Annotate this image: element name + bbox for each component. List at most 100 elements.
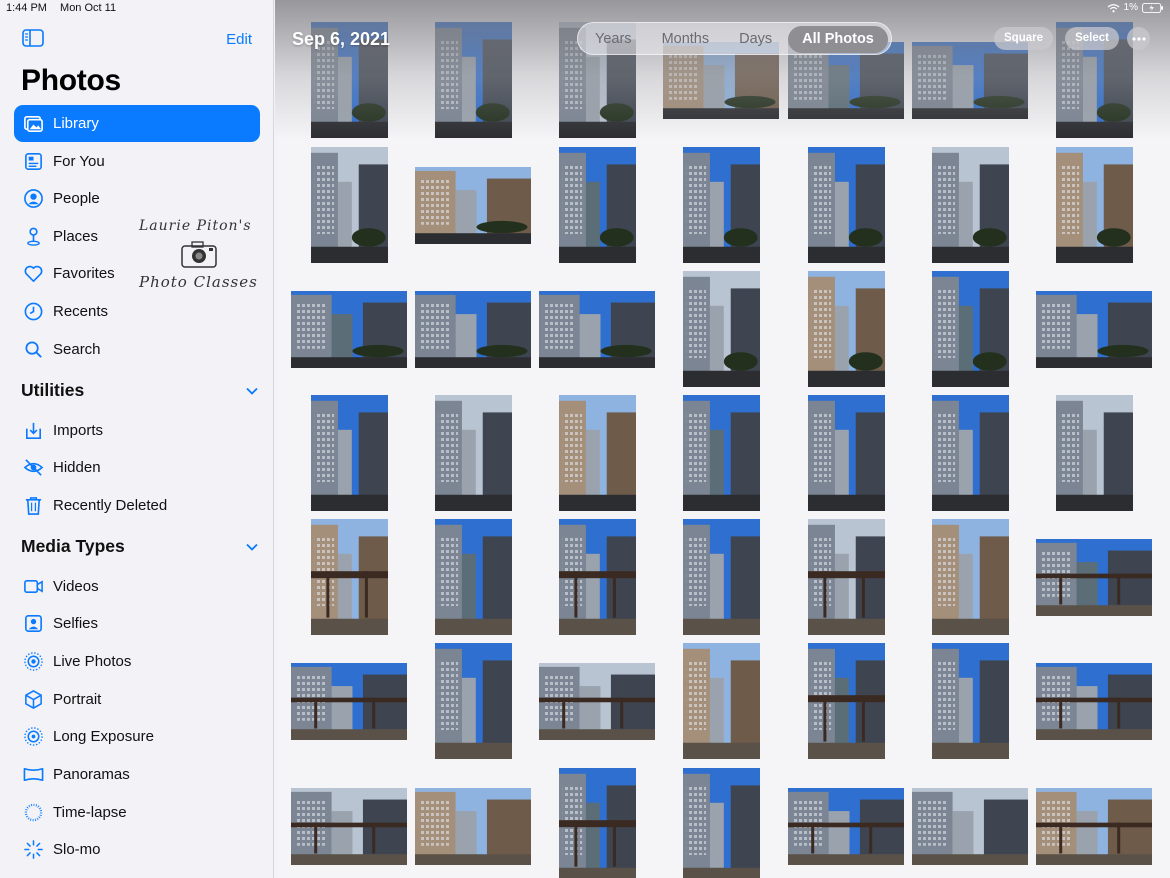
status-bar-left: 1:44 PM Mon Oct 11 [6,2,126,14]
photo-thumbnail[interactable] [931,271,1009,387]
wifi-icon [1107,3,1120,12]
photo-thumbnail[interactable] [415,787,531,865]
tab-years[interactable]: Years [581,26,646,53]
photo-thumbnail[interactable] [434,643,512,759]
photo-thumbnail[interactable] [434,22,512,138]
sidebar-item-label: Long Exposure [53,728,154,745]
sidebar-item-label: Search [53,341,101,358]
photo-thumbnail[interactable] [558,768,636,878]
photo-thumbnail[interactable] [1036,538,1152,616]
camera-icon [179,238,219,270]
photo-thumbnail[interactable] [807,519,885,635]
photo-thumbnail[interactable] [682,643,760,759]
sidebar-item-library[interactable]: Library [14,105,260,142]
photo-thumbnail[interactable] [807,147,885,263]
sidebar-item-label: Live Photos [53,653,132,670]
photo-thumbnail[interactable] [1036,787,1152,865]
square-button[interactable]: Square [994,27,1053,50]
photo-thumbnail[interactable] [415,290,531,368]
photo-thumbnail[interactable] [931,147,1009,263]
sidebar-toggle-icon[interactable] [22,29,44,47]
sidebar-item-label: People [53,190,100,207]
status-time: 1:44 PM [6,2,47,14]
sidebar-item-panoramas[interactable]: Panoramas [14,756,260,793]
sidebar-item-imports[interactable]: Imports [14,412,260,449]
photo-thumbnail[interactable] [1036,662,1152,740]
photo-thumbnail[interactable] [912,787,1028,865]
photo-thumbnail[interactable] [931,643,1009,759]
sidebar-item-live-photos[interactable]: Live Photos [14,643,260,680]
photo-thumbnail[interactable] [310,147,388,263]
more-options-button[interactable] [1127,27,1150,50]
photo-thumbnail[interactable] [682,271,760,387]
live-photo-icon [14,651,52,672]
select-button[interactable]: Select [1065,27,1119,50]
sidebar-item-label: Favorites [53,265,115,282]
sidebar-item-hidden[interactable]: Hidden [14,449,260,486]
photo-thumbnail[interactable] [1036,290,1152,368]
sidebar-item-selfies[interactable]: Selfies [14,605,260,642]
sidebar-item-slo-mo[interactable]: Slo-mo [14,831,260,868]
photo-thumbnail[interactable] [1055,395,1133,511]
photo-thumbnail[interactable] [415,166,531,244]
sidebar-item-recently-deleted[interactable]: Recently Deleted [14,487,260,524]
photo-thumbnail[interactable] [682,395,760,511]
edit-button[interactable]: Edit [226,31,252,48]
slomo-icon [14,839,52,860]
photo-thumbnail[interactable] [807,395,885,511]
media-types-section-header[interactable]: Media Types [21,536,259,557]
photo-thumbnail[interactable] [310,519,388,635]
photo-thumbnail[interactable] [807,643,885,759]
photo-thumbnail[interactable] [912,41,1028,119]
photo-thumbnail[interactable] [291,290,407,368]
sidebar-item-label: Videos [53,578,99,595]
photo-thumbnail[interactable] [788,787,904,865]
sidebar-item-people[interactable]: People [14,180,260,217]
sidebar-item-label: Library [53,115,99,132]
photo-thumbnail[interactable] [682,519,760,635]
sidebar-item-recents[interactable]: Recents [14,293,260,330]
photo-thumbnail[interactable] [291,787,407,865]
sidebar-item-label: Places [53,228,99,245]
photo-thumbnail[interactable] [558,519,636,635]
selfie-icon [14,613,52,634]
imports-icon [14,420,52,441]
sidebar-item-portrait[interactable]: Portrait [14,681,260,718]
photo-thumbnail[interactable] [558,395,636,511]
photo-thumbnail[interactable] [434,519,512,635]
photo-thumbnail[interactable] [539,662,655,740]
tab-all-photos[interactable]: All Photos [788,26,888,53]
photo-thumbnail[interactable] [291,662,407,740]
heart-icon [14,263,52,284]
sidebar-item-label: Portrait [53,691,102,708]
tab-months[interactable]: Months [648,26,724,53]
video-icon [14,576,52,597]
sidebar-item-long-exposure[interactable]: Long Exposure [14,718,260,755]
sidebar-item-time-lapse[interactable]: Time-lapse [14,794,260,831]
tab-days[interactable]: Days [725,26,786,53]
sidebar-item-label: Imports [53,422,104,439]
search-icon [14,339,52,360]
sidebar-item-videos[interactable]: Videos [14,568,260,605]
sidebar-item-label: Slo-mo [53,841,101,858]
sidebar-item-label: Time-lapse [53,804,127,821]
photo-thumbnail[interactable] [539,290,655,368]
portrait-cube-icon [14,689,52,710]
photo-thumbnail[interactable] [807,271,885,387]
photo-thumbnail[interactable] [558,147,636,263]
photo-thumbnail[interactable] [931,519,1009,635]
photo-thumbnail[interactable] [931,395,1009,511]
utilities-section-header[interactable]: Utilities [21,380,259,401]
sidebar-item-search[interactable]: Search [14,331,260,368]
battery-percent: 1% [1123,2,1138,13]
panorama-icon [14,764,52,785]
photo-thumbnail[interactable] [434,395,512,511]
photo-library-grid: Sep 6, 2021 Years Months Days All Photos… [275,0,1170,878]
sidebar-item-for-you[interactable]: For You [14,143,260,180]
photo-thumbnail[interactable] [1055,147,1133,263]
status-bar-right: 1% [1107,2,1164,13]
photo-thumbnail[interactable] [310,395,388,511]
photo-thumbnail[interactable] [682,768,760,878]
photo-thumbnail[interactable] [682,147,760,263]
watermark-logo: Laurie Piton's Photo Classes [137,218,267,296]
